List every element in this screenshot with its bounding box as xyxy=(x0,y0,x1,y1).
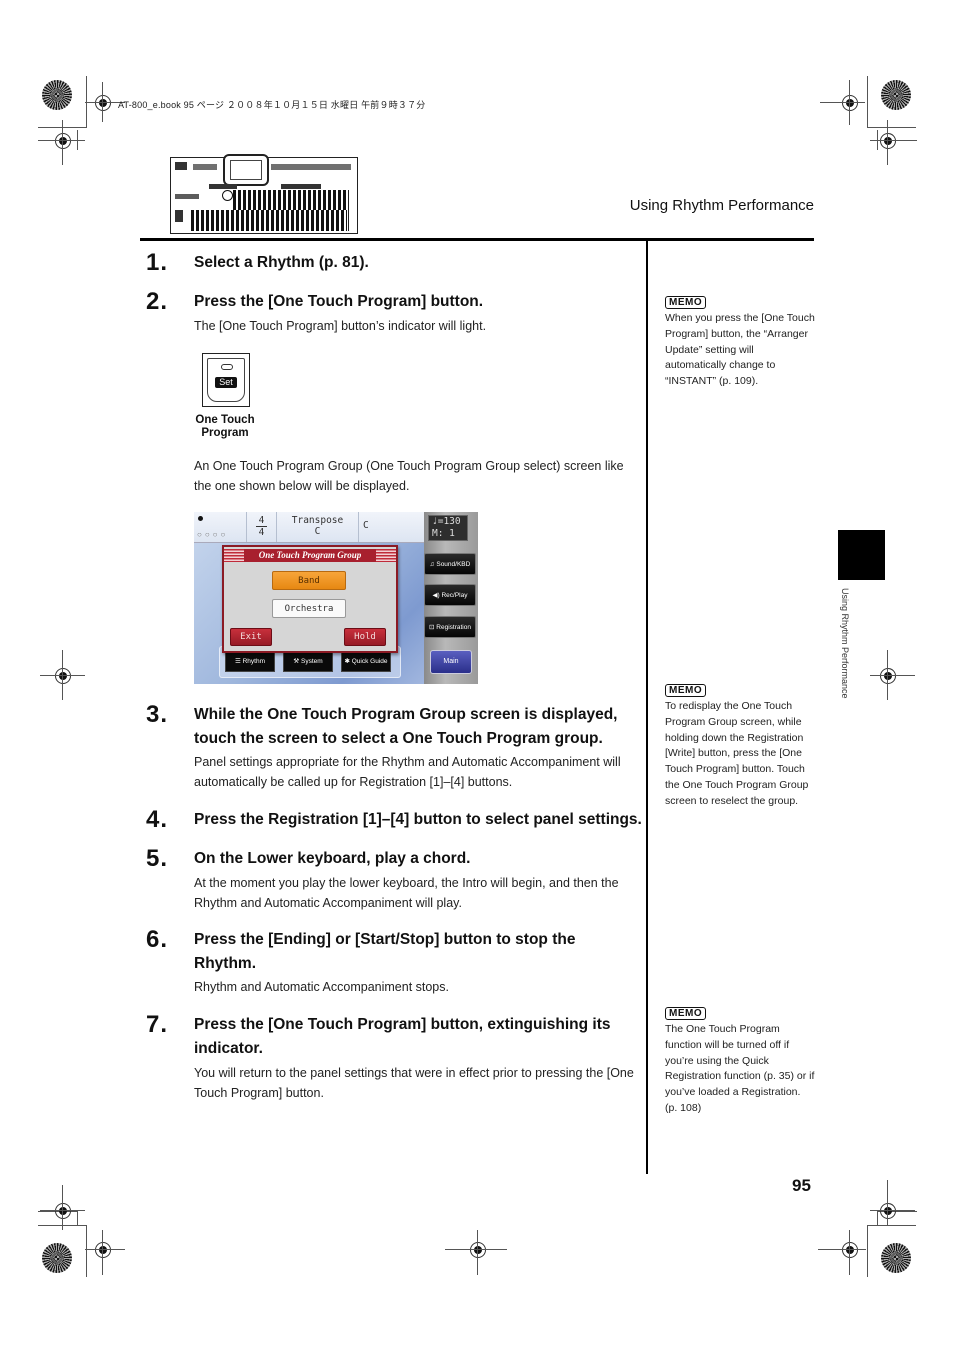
registration-target-icon xyxy=(880,668,896,684)
drum-icon: ☰ xyxy=(234,658,243,665)
registration-star-icon xyxy=(42,80,72,110)
step-body: Panel settings appropriate for the Rhyth… xyxy=(194,755,621,789)
memo-text: The One Touch Program function will be t… xyxy=(665,1023,815,1114)
one-touch-program-group-dialog: One Touch Program Group Band Orchestra E… xyxy=(222,545,398,653)
group-band-button[interactable]: Band xyxy=(272,571,346,590)
chapter-tab xyxy=(838,530,885,580)
sound-kbd-button[interactable]: ♫ Sound/KBD xyxy=(424,553,476,575)
print-slug: AT-800_e.book 95 ページ ２００８年１０月１５日 水曜日 午前９… xyxy=(118,100,426,110)
main-button[interactable]: Main xyxy=(430,650,472,674)
column-divider xyxy=(646,238,648,1174)
indicator-led-icon xyxy=(221,364,233,370)
one-touch-program-button-illustration: Set xyxy=(202,353,250,407)
registration-target-icon xyxy=(470,1242,486,1258)
memo-text: To redisplay the One Touch Program Group… xyxy=(665,700,809,807)
registration-star-icon xyxy=(42,1243,72,1273)
rhythm-button[interactable]: ☰ Rhythm xyxy=(225,652,275,672)
memo-text: When you press the [One Touch Program] b… xyxy=(665,312,815,388)
quick-guide-button[interactable]: ✱ Quick Guide xyxy=(341,652,391,672)
step-number: 2. xyxy=(146,288,169,315)
memo-icon: MEMO xyxy=(665,296,707,309)
rec-play-button[interactable]: ◀) Rec/Play xyxy=(424,584,476,606)
memo-note: MEMO The One Touch Program function will… xyxy=(665,1003,815,1117)
step-number: 6. xyxy=(146,926,169,953)
lcd-screen-illustration: ○○○○ 4 4 Transpose C C ☰ Rhythm ⚒ System… xyxy=(194,512,478,684)
memo-note: MEMO When you press the [One Touch Progr… xyxy=(665,292,815,390)
registration-target-icon xyxy=(842,1242,858,1258)
registration-star-icon xyxy=(881,1243,911,1273)
step-title: On the Lower keyboard, play a chord. xyxy=(194,850,471,867)
page-number: 95 xyxy=(792,1176,811,1195)
registration-star-icon xyxy=(881,80,911,110)
registration-target-icon xyxy=(95,95,111,111)
hold-button[interactable]: Hold xyxy=(344,628,386,646)
lcd-status-bar: ○○○○ 4 4 Transpose C C xyxy=(194,512,424,543)
display-highlight xyxy=(223,154,269,186)
instrument-panel-illustration xyxy=(170,154,358,234)
step-number: 1. xyxy=(146,249,169,276)
step-body: The [One Touch Program] button’s indicat… xyxy=(194,319,487,333)
step-title: Press the [One Touch Program] button. xyxy=(194,293,484,310)
dialog-title: One Touch Program Group xyxy=(244,549,376,562)
registration-target-icon xyxy=(55,133,71,149)
step-title: Press the Registration [1]–[4] button to… xyxy=(194,811,642,828)
caption-line: Program xyxy=(201,427,249,439)
step-number: 5. xyxy=(146,845,169,872)
registration-target-icon xyxy=(55,668,71,684)
button-caption: One Touch Program xyxy=(190,414,260,440)
step-number: 7. xyxy=(146,1011,169,1038)
time-signature: 4 4 xyxy=(246,512,276,542)
step-number: 4. xyxy=(146,806,169,833)
registration-target-icon xyxy=(95,1242,111,1258)
step-body: You will return to the panel settings th… xyxy=(194,1066,634,1100)
section-title: Using Rhythm Performance xyxy=(629,197,814,214)
chord-display: C xyxy=(358,512,424,542)
step-title: Select a Rhythm (p. 81). xyxy=(194,254,369,271)
registration-target-icon xyxy=(880,133,896,149)
header-rule xyxy=(140,238,814,241)
one-touch-button-highlight xyxy=(222,190,233,201)
sparkle-icon: ✱ xyxy=(344,658,352,665)
group-orchestra-button[interactable]: Orchestra xyxy=(272,599,346,618)
step-number: 3. xyxy=(146,701,169,728)
memo-icon: MEMO xyxy=(665,1007,707,1020)
step-title: Press the [Ending] or [Start/Stop] butto… xyxy=(194,931,576,972)
step-title: Press the [One Touch Program] button, ex… xyxy=(194,1016,611,1057)
system-button[interactable]: ⚒ System xyxy=(283,652,333,672)
lcd-side-panel: ♩=130 M: 1 ♫ Sound/KBD ◀) Rec/Play ⊡ Reg… xyxy=(424,512,478,684)
step-title: While the One Touch Program Group screen… xyxy=(194,706,618,747)
registration-target-icon xyxy=(880,1203,896,1219)
registration-target-icon xyxy=(842,95,858,111)
tempo-display: ♩=130 M: 1 xyxy=(428,515,468,541)
caption-line: One Touch xyxy=(195,414,255,426)
chapter-tab-label: Using Rhythm Performance xyxy=(840,588,850,699)
intro-text: An One Touch Program Group (One Touch Pr… xyxy=(194,459,624,493)
wrench-icon: ⚒ xyxy=(293,658,301,665)
transpose-display: Transpose C xyxy=(276,512,358,542)
step-body: Rhythm and Automatic Accompaniment stops… xyxy=(194,980,449,994)
registration-button[interactable]: ⊡ Registration xyxy=(424,616,476,638)
step-body: At the moment you play the lower keyboar… xyxy=(194,876,619,910)
memo-icon: MEMO xyxy=(665,684,707,697)
registration-target-icon xyxy=(55,1203,71,1219)
exit-button[interactable]: Exit xyxy=(230,628,272,646)
memo-note: MEMO To redisplay the One Touch Program … xyxy=(665,680,815,810)
set-key-label: Set xyxy=(215,377,237,388)
